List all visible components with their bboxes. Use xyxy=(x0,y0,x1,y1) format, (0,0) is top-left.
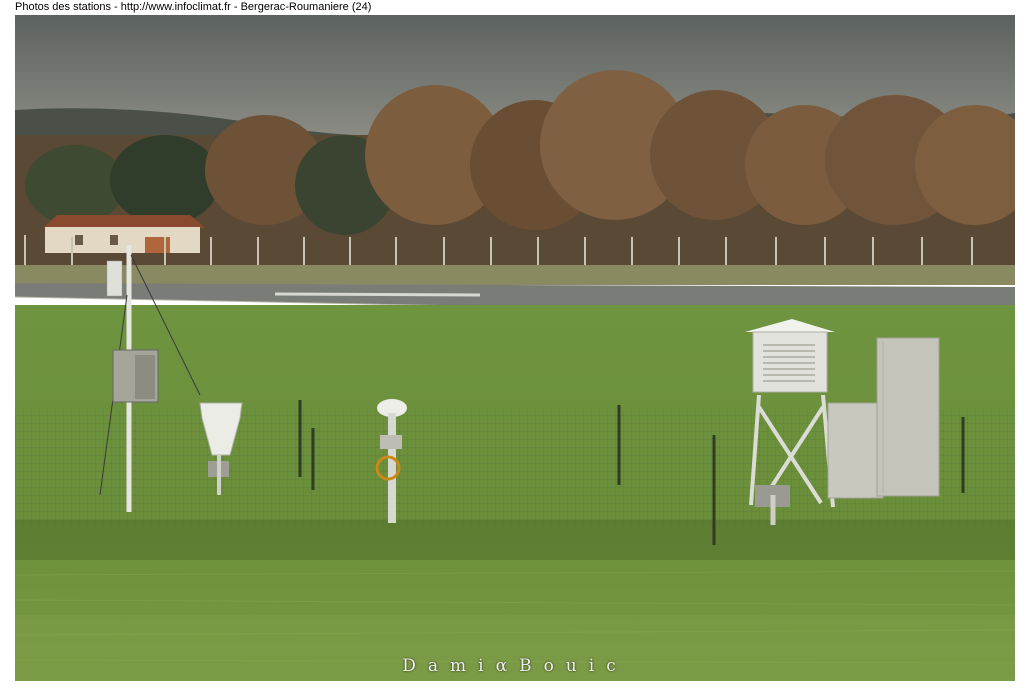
photo-caption: Photos des stations - http://www.infocli… xyxy=(15,1,372,13)
far-grass xyxy=(15,265,1015,285)
photographer-watermark: DamiαBouic xyxy=(402,656,628,676)
weather-station-photo xyxy=(15,15,1015,681)
house xyxy=(43,215,205,253)
